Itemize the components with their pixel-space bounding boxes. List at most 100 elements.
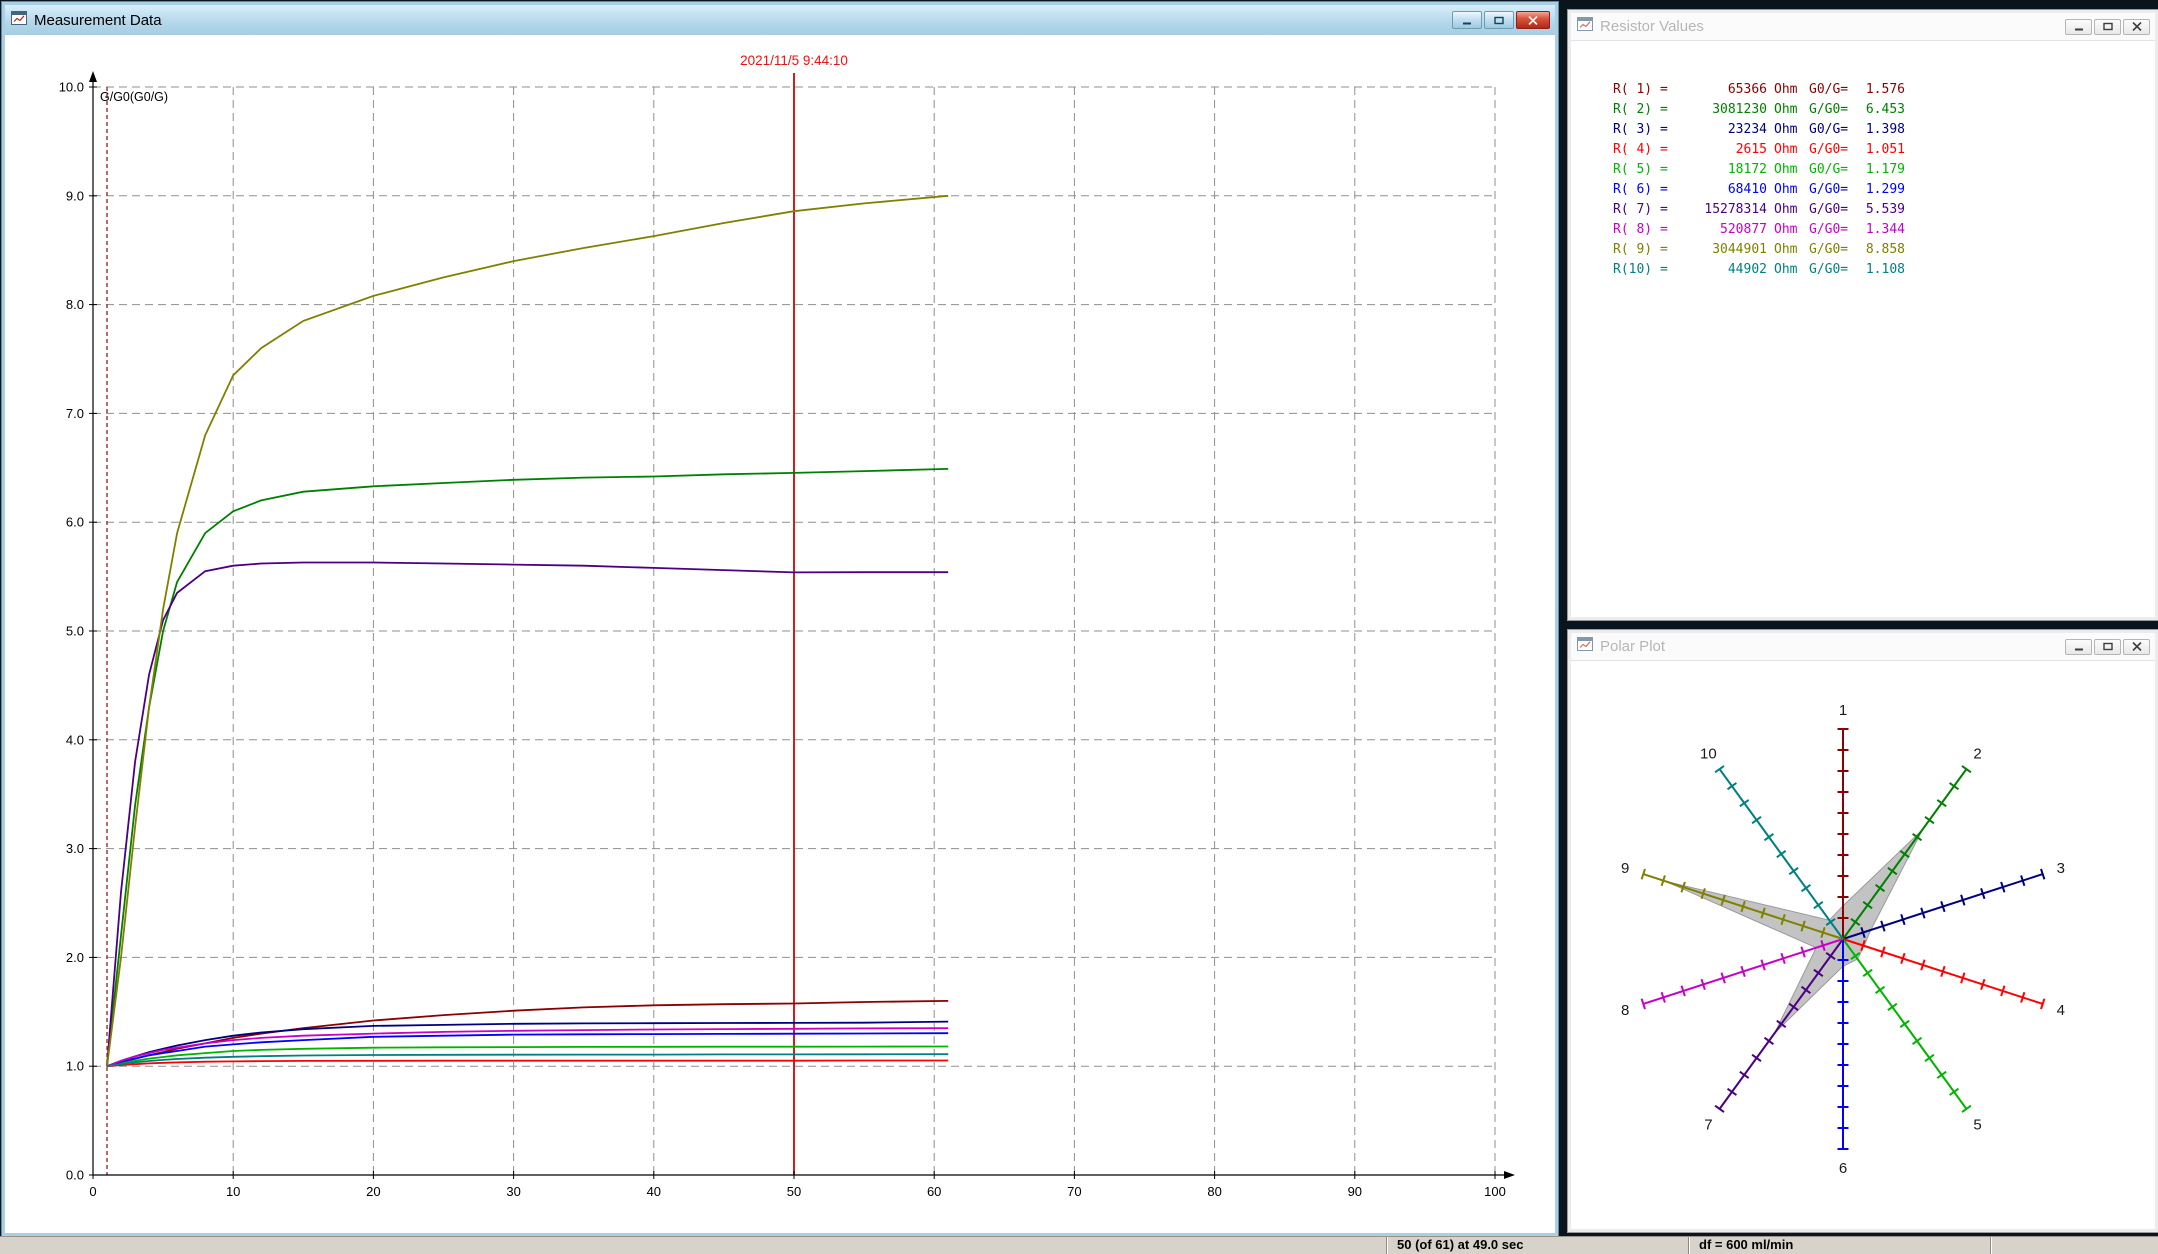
window-icon [11,11,27,30]
x-tick-label: 0 [89,1184,96,1199]
resistor-ratio-value: 1.398 [1853,122,1905,137]
minimize-icon [2074,642,2084,651]
polar-titlebar[interactable]: Polar Plot [1571,633,2155,661]
close-button[interactable] [2123,19,2150,35]
y-tick-label: 5.0 [66,624,84,639]
resistor-row: R( 4) =2615OhmG/G0=1.051 [1613,139,2155,159]
y-tick-label: 6.0 [66,515,84,530]
polar-tick [1925,817,1934,824]
polar-tick [1715,1106,1724,1112]
status-spacer [0,1237,1386,1254]
resistor-titlebar[interactable]: Resistor Values [1571,13,2155,41]
resistor-unit: Ohm [1767,222,1803,237]
polar-tick [1814,902,1823,909]
polar-tick [1752,1055,1761,1062]
minimize-button[interactable] [2065,19,2092,35]
close-icon [1528,16,1538,25]
resistor-ratio-value: 8.858 [1853,242,1905,257]
resistor-ratio-label: G/G0= [1803,102,1853,117]
close-icon [2132,642,2142,651]
polar-tick [1913,1038,1922,1045]
resistor-row: R( 6) =68410OhmG/G0=1.299 [1613,179,2155,199]
resistor-ratio-label: G/G0= [1803,262,1853,277]
polar-tick [1802,885,1811,892]
measurement-chart[interactable]: 2021/11/5 9:44:1001020304050607080901000… [5,35,1555,1236]
measurement-chart-area: 2021/11/5 9:44:1001020304050607080901000… [5,35,1555,1236]
resistor-ohm-value: 18172 [1675,162,1767,177]
resistor-row: R( 1) =65366OhmG0/G=1.576 [1613,79,2155,99]
x-tick-label: 60 [927,1184,941,1199]
resistor-ratio-label: G/G0= [1803,242,1853,257]
polar-tick [1876,987,1885,994]
measurement-data-window: Measurement Data 2021/11/5 9:44:10010203… [2,2,1558,1236]
polar-axis-label-1: 1 [1839,702,1847,719]
status-bar: 50 (of 61) at 49.0 sec df = 600 ml/min [0,1236,2158,1254]
close-button[interactable] [2123,639,2150,655]
maximize-button[interactable] [2094,639,2121,655]
close-button[interactable] [1516,11,1550,29]
cursor-timestamp: 2021/11/5 9:44:10 [740,53,848,68]
resistor-unit: Ohm [1767,262,1803,277]
minimize-icon [2074,22,2084,31]
resistor-unit: Ohm [1767,82,1803,97]
polar-axis-label-8: 8 [1621,1002,1629,1019]
polar-tick [1937,800,1946,806]
resistor-row: R( 5) =18172OhmG0/G=1.179 [1613,159,2155,179]
status-progress: 50 (of 61) at 49.0 sec [1386,1237,1688,1254]
resistor-ratio-label: G/G0= [1803,202,1853,217]
resistor-ratio-value: 5.539 [1853,202,1905,217]
window-icon [1577,637,1593,656]
resistor-row: R( 8) =520877OhmG/G0=1.344 [1613,219,2155,239]
measurement-titlebar[interactable]: Measurement Data [5,5,1555,35]
y-tick-label: 3.0 [66,841,84,856]
x-tick-label: 80 [1207,1184,1221,1199]
minimize-button[interactable] [2065,639,2092,655]
polar-tick [1777,851,1786,858]
resistor-ohm-value: 2615 [1675,142,1767,157]
polar-axis-label-9: 9 [1621,860,1629,877]
resistor-ratio-label: G/G0= [1803,222,1853,237]
y-axis-title: G/G0(G0/G) [100,90,168,104]
polar-tick [1962,766,1971,772]
polar-axis-label-5: 5 [1973,1116,1981,1133]
polar-tick [1950,1089,1959,1095]
resistor-label: R( 8) = [1613,222,1675,237]
maximize-button[interactable] [1484,11,1514,29]
resistor-ratio-label: G/G0= [1803,182,1853,197]
polar-tick [1962,1106,1971,1112]
x-tick-label: 50 [787,1184,801,1199]
status-flow: df = 600 ml/min [1688,1237,1990,1254]
resistor-ohm-value: 23234 [1675,122,1767,137]
polar-tick [1752,817,1761,824]
maximize-icon [2103,22,2113,31]
resistor-ohm-value: 68410 [1675,182,1767,197]
minimize-icon [1462,16,1472,25]
resistor-row: R( 9) =3044901OhmG/G0=8.858 [1613,239,2155,259]
resistor-ratio-label: G0/G= [1803,122,1853,137]
resistor-ratio-value: 1.179 [1853,162,1905,177]
polar-plot-chart[interactable]: 12345678910 [1571,661,2155,1230]
resistor-unit: Ohm [1767,162,1803,177]
window-icon [1577,17,1593,36]
polar-tick [1888,1004,1897,1011]
resistor-label: R( 6) = [1613,182,1675,197]
y-tick-label: 2.0 [66,950,84,965]
polar-tick [1765,834,1774,841]
polar-tick [1863,970,1872,977]
resistor-label: R( 4) = [1613,142,1675,157]
y-tick-label: 1.0 [66,1059,84,1074]
resistor-list: R( 1) =65366OhmG0/G=1.576R( 2) =3081230O… [1571,41,2155,279]
polar-tick [1789,868,1798,875]
polar-tick [1740,1072,1749,1078]
x-tick-label: 100 [1484,1184,1506,1199]
status-rest [1990,1237,2158,1254]
resistor-ratio-label: G0/G= [1803,82,1853,97]
resistor-label: R( 7) = [1613,202,1675,217]
minimize-button[interactable] [1452,11,1482,29]
resistor-unit: Ohm [1767,102,1803,117]
resistor-unit: Ohm [1767,142,1803,157]
resistor-unit: Ohm [1767,242,1803,257]
x-tick-label: 70 [1067,1184,1081,1199]
resistor-label: R( 1) = [1613,82,1675,97]
maximize-button[interactable] [2094,19,2121,35]
